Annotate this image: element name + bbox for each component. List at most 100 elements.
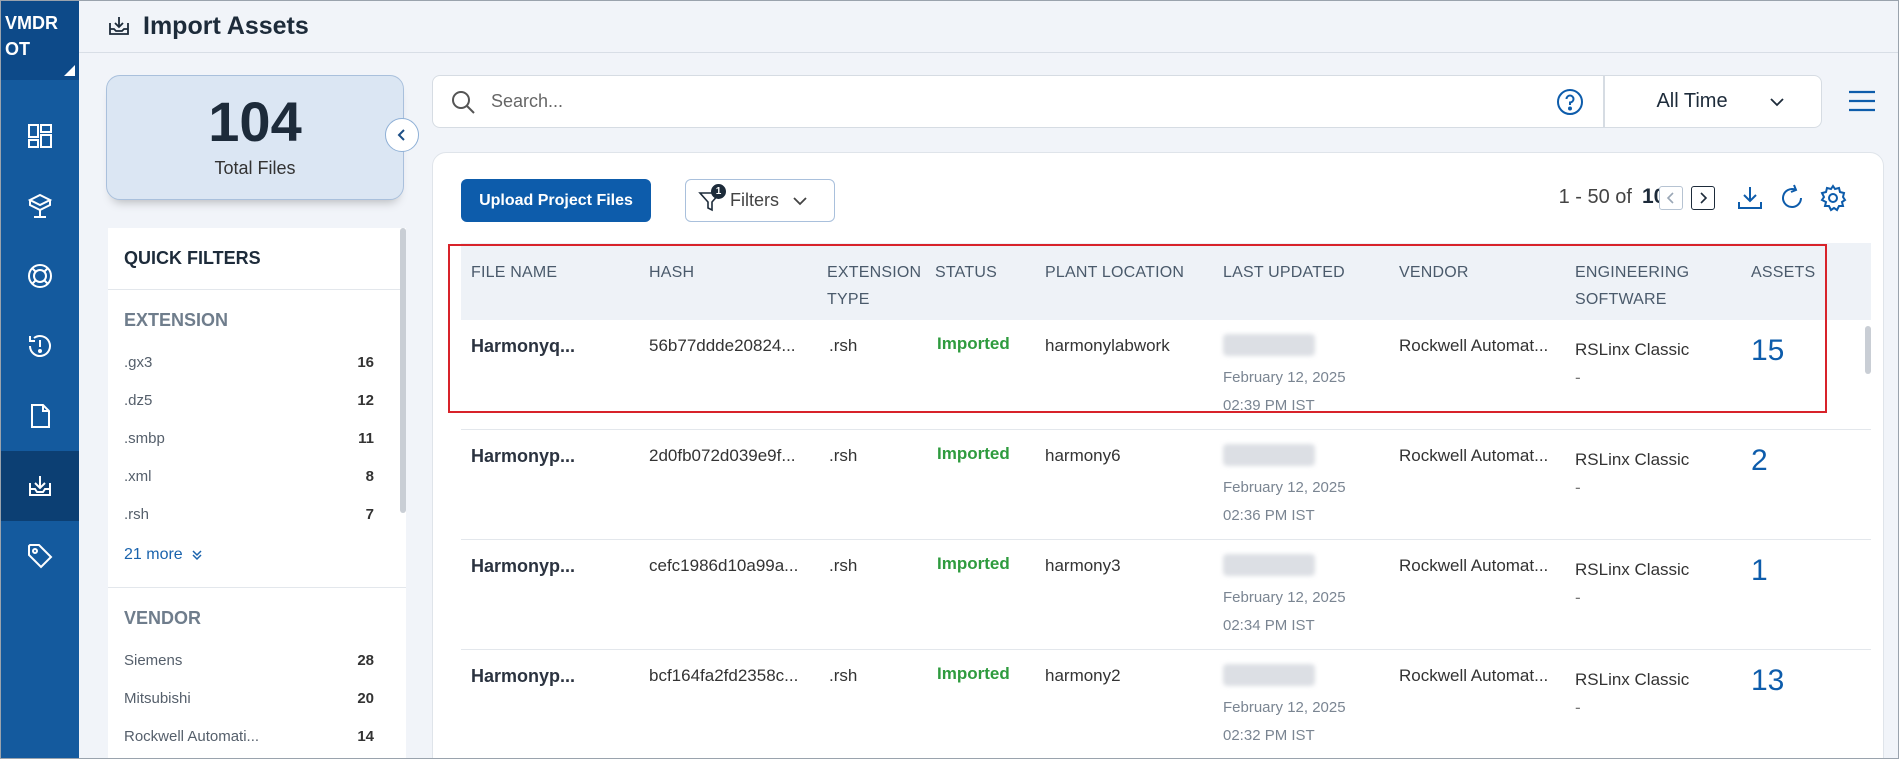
extension-heading: EXTENSION (124, 310, 229, 330)
filter-item-count: 12 (357, 391, 374, 409)
quick-filters-panel: QUICK FILTERS EXTENSION .gx3 16 .dz5 12 … (108, 228, 406, 759)
previous-page-button[interactable] (1659, 186, 1683, 210)
last-updated-time: 02:36 PM IST (1223, 507, 1315, 524)
filter-item-rsh[interactable]: .rsh 7 (124, 495, 390, 533)
table-header: FILE NAME HASH EXTENSION TYPE STATUS PLA… (461, 243, 1871, 320)
collapse-panel-button[interactable] (385, 118, 419, 152)
time-range-select[interactable]: All Time (1604, 75, 1822, 128)
col-last-updated[interactable]: LAST UPDATED (1223, 259, 1345, 286)
col-plant-location[interactable]: PLANT LOCATION (1045, 259, 1184, 286)
table-row[interactable]: Harmonyp... 2d0fb072d039e9f... .rsh Impo… (461, 430, 1871, 540)
nav-tags[interactable] (0, 521, 79, 591)
refresh-icon[interactable] (1777, 183, 1807, 213)
table-row[interactable]: Harmonyq... 56b77ddde20824... .rsh Impor… (461, 320, 1871, 430)
search-input[interactable] (491, 91, 1491, 112)
history-alert-icon (28, 335, 51, 357)
filters-button[interactable]: 1 Filters (685, 179, 835, 222)
filter-item-count: 7 (365, 505, 374, 523)
col-engineering-software[interactable]: ENGINEERING SOFTWARE (1575, 259, 1689, 313)
cell-file-name[interactable]: Harmonyq... (471, 336, 575, 357)
status-badge: Imported (937, 554, 1010, 573)
import-icon (109, 17, 129, 35)
col-extension-line-1: EXTENSION (827, 264, 922, 281)
brand-corner-icon (64, 65, 75, 76)
upload-project-files-button[interactable]: Upload Project Files (461, 179, 651, 222)
cell-engineering-software: RSLinx Classic - (1575, 336, 1689, 392)
filter-item-count: 28 (357, 651, 374, 669)
filter-item-label: Mitsubishi (124, 689, 191, 707)
page-header: Import Assets (79, 0, 1899, 53)
status-badge: Imported (937, 334, 1010, 353)
filter-item-dz5[interactable]: .dz5 12 (124, 381, 390, 419)
engineering-software-version: - (1575, 588, 1581, 607)
nav-import-assets[interactable] (0, 451, 79, 521)
nav-vulnerabilities[interactable] (0, 241, 79, 311)
time-range-value: All Time (1656, 90, 1728, 112)
filter-item-siemens[interactable]: Siemens 28 (124, 641, 390, 679)
col-assets[interactable]: ASSETS (1751, 259, 1815, 286)
filter-item-rockwell[interactable]: Rockwell Automati... 14 (124, 717, 390, 755)
filters-count-badge: 1 (711, 183, 726, 199)
last-updated-date: February 12, 2025 (1223, 699, 1346, 716)
col-status[interactable]: STATUS (935, 259, 997, 286)
show-more-extensions-link[interactable]: 21 more (124, 541, 390, 569)
settings-gear-icon[interactable] (1818, 183, 1848, 213)
cell-plant-location: harmony3 (1045, 556, 1121, 575)
dashboard-icon (27, 124, 52, 148)
document-icon (30, 404, 50, 428)
cell-assets-count[interactable]: 1 (1751, 554, 1768, 588)
col-file-name[interactable]: FILE NAME (471, 259, 557, 286)
table-row[interactable]: Harmonyp... bcf164fa2fd2358c... .rsh Imp… (461, 650, 1871, 758)
col-extension-line-2: TYPE (827, 291, 870, 308)
chevron-down-icon (793, 196, 807, 205)
nav-alerts[interactable] (0, 311, 79, 381)
cell-plant-location: harmonylabwork (1045, 336, 1170, 355)
filter-item-label: Siemens (124, 651, 183, 669)
cell-extension: .rsh (829, 336, 858, 355)
vendor-heading: VENDOR (124, 608, 202, 628)
filter-item-label: .dz5 (124, 391, 153, 409)
total-files-count: 104 (208, 90, 302, 153)
nav-inventory[interactable] (0, 171, 79, 241)
cell-engineering-software: RSLinx Classic - (1575, 446, 1689, 502)
engineering-software-name: RSLinx Classic (1575, 670, 1690, 689)
cell-file-name[interactable]: Harmonyp... (471, 446, 575, 467)
filter-item-smbp[interactable]: .smbp 11 (124, 419, 390, 457)
cell-engineering-software: RSLinx Classic - (1575, 666, 1689, 722)
vendor-filter-section: VENDOR Siemens 28 Mitsubishi 20 Rockwell… (108, 608, 406, 755)
cell-assets-count[interactable]: 15 (1751, 334, 1784, 368)
cell-assets-count[interactable]: 2 (1751, 444, 1768, 478)
filter-item-label: .smbp (124, 429, 165, 447)
search-bar (432, 75, 1604, 128)
cell-assets-count[interactable]: 13 (1751, 664, 1784, 698)
col-extension-type[interactable]: EXTENSION TYPE (827, 259, 921, 313)
col-hash[interactable]: HASH (649, 259, 694, 286)
filter-item-mitsubishi[interactable]: Mitsubishi 20 (124, 679, 390, 717)
search-icon (452, 90, 475, 114)
hamburger-menu-icon[interactable] (1847, 88, 1877, 114)
cell-file-name[interactable]: Harmonyp... (471, 666, 575, 687)
page-title: Import Assets (143, 11, 309, 40)
filter-item-xml[interactable]: .xml 8 (124, 457, 390, 495)
cell-plant-location: harmony6 (1045, 446, 1121, 465)
quick-filters-scrollbar[interactable] (400, 228, 406, 513)
brand-switcher[interactable]: VMDR OT (0, 0, 79, 80)
download-icon[interactable] (1735, 183, 1765, 213)
last-updated-time: 02:39 PM IST (1223, 397, 1315, 414)
cell-vendor: Rockwell Automat... (1399, 336, 1549, 355)
last-updated-time: 02:34 PM IST (1223, 617, 1315, 634)
next-page-button[interactable] (1691, 186, 1715, 210)
col-vendor[interactable]: VENDOR (1399, 259, 1469, 286)
nav-dashboard[interactable] (0, 101, 79, 171)
cell-hash: 2d0fb072d039e9f... (649, 446, 796, 465)
target-icon (27, 264, 52, 288)
table-row[interactable]: Harmonyp... cefc1986d10a99a... .rsh Impo… (461, 540, 1871, 650)
nav-reports[interactable] (0, 381, 79, 451)
filter-item-gx3[interactable]: .gx3 16 (124, 343, 390, 381)
cell-file-name[interactable]: Harmonyp... (471, 556, 575, 577)
filter-item-label: .xml (124, 467, 152, 485)
help-icon[interactable] (1555, 87, 1585, 117)
cell-last-updated: February 12, 2025 02:34 PM IST (1223, 584, 1346, 640)
tag-icon (27, 544, 52, 569)
cell-last-updated: February 12, 2025 02:39 PM IST (1223, 364, 1346, 420)
